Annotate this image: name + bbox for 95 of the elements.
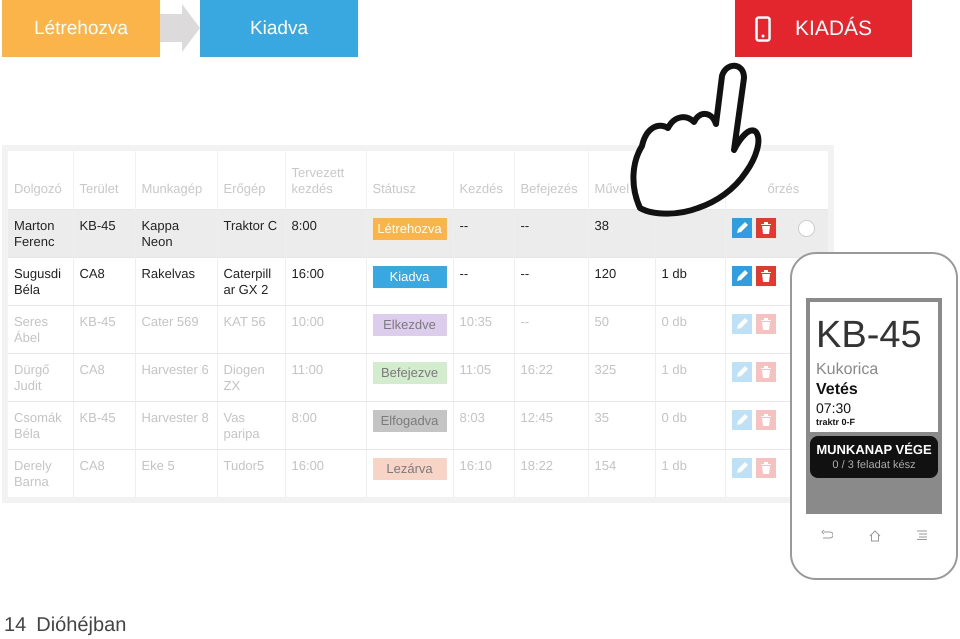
table-cell: 16:00	[292, 458, 324, 473]
table-cell: --	[460, 266, 468, 281]
table-cell: --	[520, 314, 530, 329]
pencil-icon	[734, 365, 748, 379]
delete-button[interactable]	[756, 218, 776, 238]
edit-button[interactable]	[732, 266, 752, 286]
field-code: KB-45	[816, 313, 923, 358]
table-cell: KB-45	[80, 410, 116, 425]
table-cell: Derely Barna	[14, 458, 52, 489]
table-cell: Eke 5	[142, 458, 175, 473]
table-cell: Rakelvas	[142, 266, 195, 281]
table-cell: Sugusdi Béla	[14, 266, 61, 297]
back-icon[interactable]	[821, 530, 833, 540]
table-cell: 1 db	[662, 266, 687, 281]
trash-icon	[760, 461, 772, 475]
table-cell: CA8	[80, 266, 105, 281]
table-cell: 16:10	[460, 458, 492, 473]
table-cell: Caterpill ar GX 2	[224, 266, 272, 297]
table-cell: Seres Ábel	[14, 314, 48, 345]
table-cell: Vas paripa	[224, 410, 260, 441]
edit-button[interactable]	[732, 314, 752, 334]
table-cell: 8:00	[292, 218, 317, 233]
table-cell: 50	[594, 314, 609, 329]
status-badge: Létrehozva	[372, 218, 446, 240]
pencil-icon	[734, 461, 748, 475]
table-cell: --	[520, 266, 530, 281]
table-cell: 11:00	[292, 362, 324, 377]
table-cell: Dürgő Judit	[14, 362, 50, 393]
pencil-icon	[734, 269, 748, 283]
edit-button[interactable]	[732, 410, 752, 430]
edit-button[interactable]	[732, 362, 752, 382]
edit-button[interactable]	[732, 218, 752, 238]
table-cell: 154	[594, 458, 616, 473]
trash-icon	[760, 317, 772, 331]
table-cell: KB-45	[80, 218, 116, 233]
trash-icon	[760, 221, 772, 235]
phone-icon	[755, 16, 771, 42]
table-cell: Harvester 8	[142, 410, 209, 425]
trash-icon	[760, 413, 772, 427]
table-cell: 10:00	[292, 314, 324, 329]
trash-icon	[760, 365, 772, 379]
table-cell: 1 db	[662, 458, 687, 473]
table-cell: KB-45	[80, 314, 116, 329]
table-cell: Csomák Béla	[14, 410, 62, 441]
table-cell: Tudor5	[224, 458, 264, 473]
table-cell: CA8	[80, 458, 105, 473]
table-cell: 10:35	[460, 314, 492, 329]
table-cell: 18:22	[520, 458, 554, 473]
table-cell: KAT 56	[224, 314, 266, 329]
table-cell: 16:00	[292, 266, 324, 281]
pencil-icon	[734, 221, 748, 235]
crop-name: Kukorica	[816, 360, 880, 380]
table-cell: 120	[594, 266, 616, 281]
status-badge: Lezárva	[372, 458, 446, 480]
table-cell: CA8	[80, 362, 105, 377]
status-step: Létrehozva	[2, 0, 160, 57]
radio-button[interactable]	[798, 220, 814, 236]
issue-button[interactable]: KIADÁS	[735, 0, 912, 57]
table-cell: 11:05	[460, 362, 492, 377]
page-title: Dióhéjban	[36, 614, 126, 637]
table-cell: Marton Ferenc	[14, 218, 54, 249]
delete-button[interactable]	[756, 266, 776, 286]
menu-icon[interactable]	[917, 530, 927, 540]
page-number: 14	[4, 614, 26, 637]
status-step: Kiadva	[200, 0, 358, 57]
trash-icon	[760, 269, 772, 283]
task-name: Vetés	[816, 380, 859, 400]
table-cell: 1 db	[662, 362, 687, 377]
task-time: 07:30	[816, 400, 852, 417]
table-cell: 12:45	[520, 410, 554, 425]
table-cell: 16:22	[520, 362, 554, 377]
table-cell: --	[520, 218, 530, 233]
edit-button[interactable]	[732, 458, 752, 478]
table-cell: Harvester 6	[142, 362, 209, 377]
table-cell: Diogen ZX	[224, 362, 265, 393]
table-cell: 8:00	[292, 410, 317, 425]
table-cell: 0 db	[662, 314, 687, 329]
table-cell: 38	[594, 218, 609, 233]
table-cell: 325	[594, 362, 616, 377]
end-day-button[interactable]: MUNKANAP VÉGE 0 / 3 feladat kész	[810, 436, 938, 478]
pencil-icon	[734, 413, 748, 427]
status-badge: Befejezve	[372, 362, 446, 384]
table-cell: --	[460, 218, 468, 233]
status-badge: Elkezdve	[372, 314, 446, 336]
pencil-icon	[734, 317, 748, 331]
table-cell: Kappa Neon	[142, 218, 180, 249]
table-cell: 8:03	[460, 410, 485, 425]
table-cell: Cater 569	[142, 314, 199, 329]
table-cell: 35	[594, 410, 609, 425]
status-badge: Elfogadva	[372, 410, 446, 432]
machine-name: traktr 0-F	[816, 417, 856, 428]
table-cell: Traktor C	[224, 218, 278, 233]
status-badge: Kiadva	[372, 266, 446, 288]
home-icon[interactable]	[869, 530, 881, 542]
table-cell: 0 db	[662, 410, 687, 425]
